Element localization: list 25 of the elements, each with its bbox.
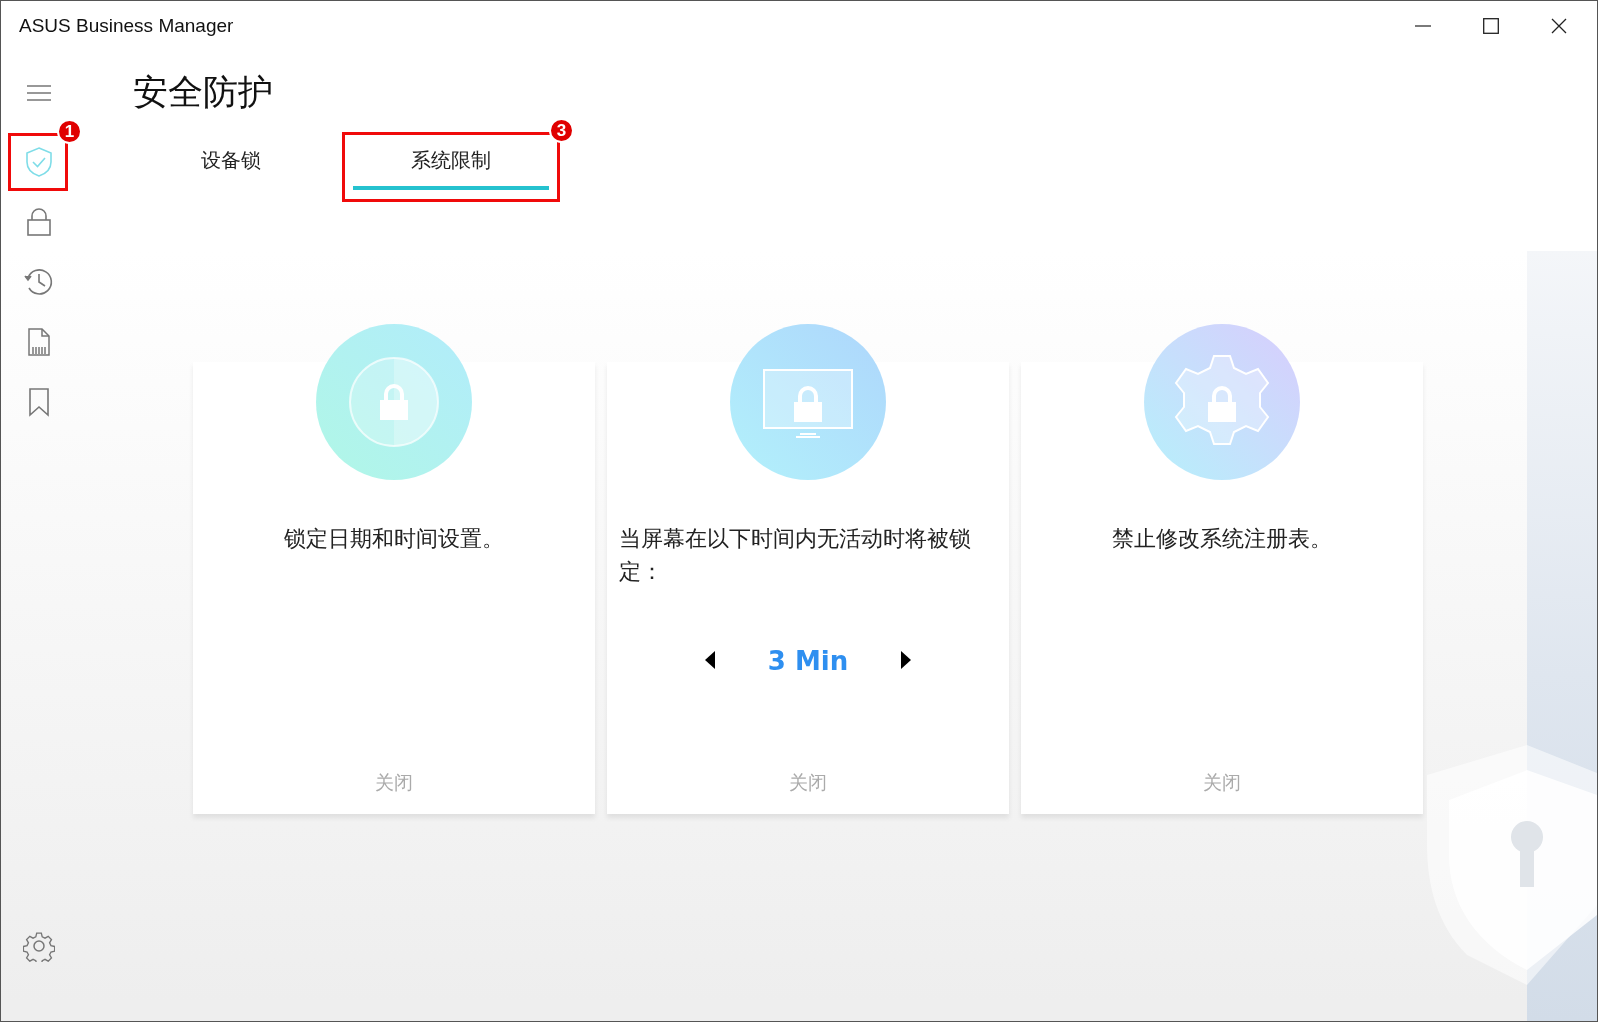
page-title: 安全防护: [133, 71, 274, 114]
callout-badge: 3: [549, 118, 574, 143]
card-description: 禁止修改系统注册表。: [1112, 525, 1332, 553]
right-triangle-icon: [900, 650, 912, 670]
lock-icon: [26, 207, 52, 237]
status-label: 关闭: [789, 770, 827, 795]
close-icon: [1551, 18, 1567, 34]
settings-icon: [23, 930, 55, 962]
document-icon: [27, 327, 51, 357]
menu-icon: [26, 84, 52, 102]
status-label: 关闭: [1203, 770, 1241, 795]
bookmark-icon: [28, 387, 50, 417]
shield-check-icon: [25, 146, 53, 178]
history-clock-icon: [23, 266, 55, 298]
tab[interactable]: 设备锁: [131, 132, 330, 202]
status-label: 关闭: [375, 770, 413, 795]
monitor-lock-icon: [730, 324, 886, 480]
card-description: 锁定日期和时间设置。: [284, 525, 504, 553]
timeout-value: 3 Min: [766, 646, 850, 676]
window-title: ASUS Business Manager: [19, 15, 235, 37]
callout-badge: 1: [57, 119, 82, 144]
minimize-icon: [1415, 25, 1431, 27]
left-triangle-icon: [704, 650, 716, 670]
maximize-icon: [1483, 18, 1499, 34]
card-description: 当屏幕在以下时间内无活动时将被锁定：: [619, 525, 972, 586]
